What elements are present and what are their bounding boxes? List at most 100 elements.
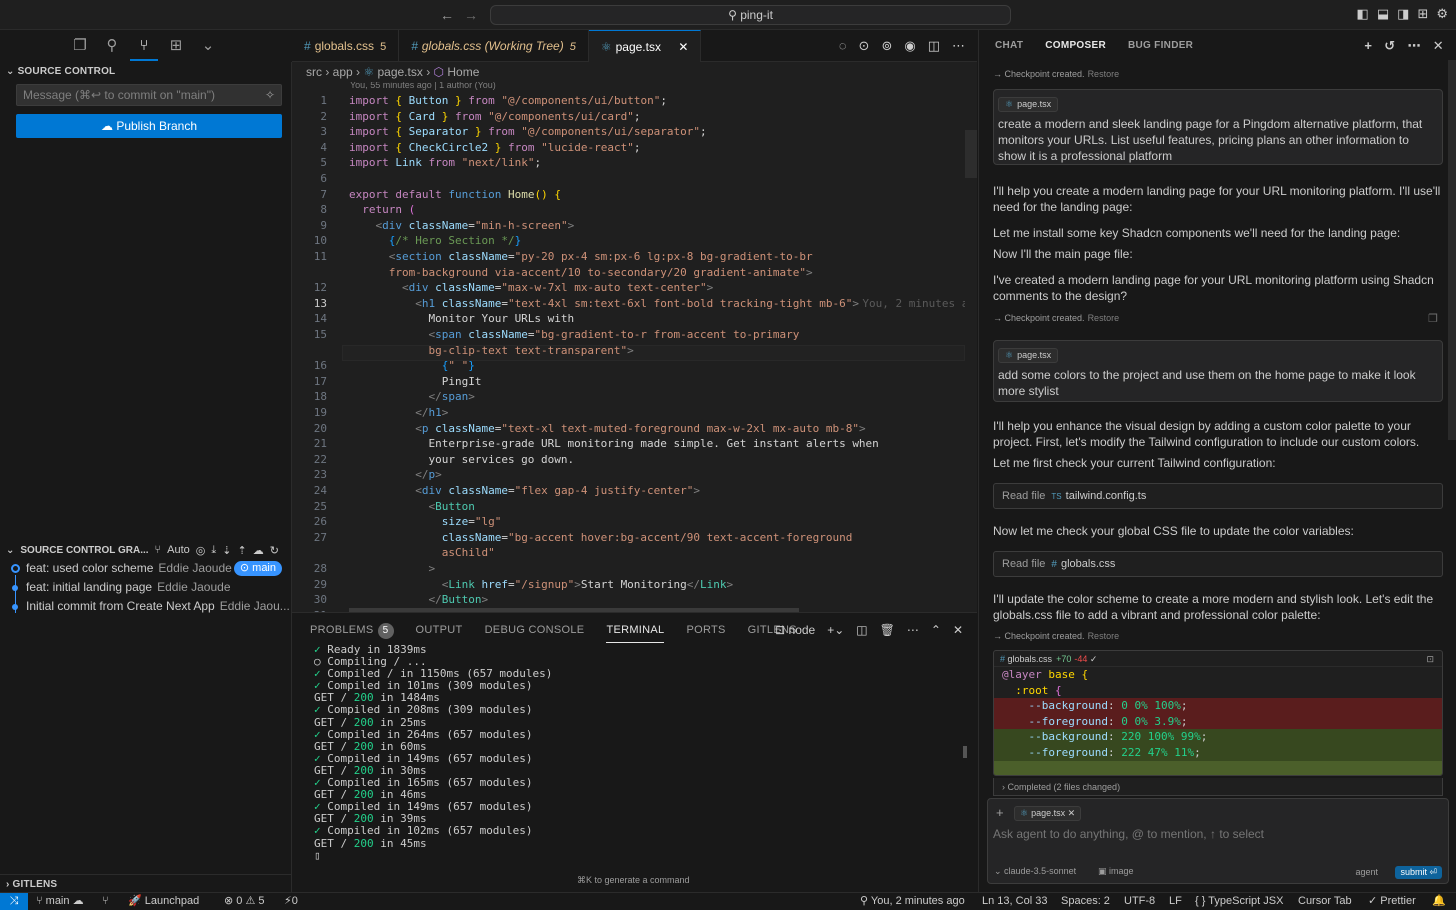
target-icon[interactable]: ◎ — [196, 544, 206, 557]
cloud-icon[interactable]: ☁ — [253, 544, 264, 557]
file-chip[interactable]: ⚛ page.tsx — [998, 348, 1059, 363]
tab-composer[interactable]: COMPOSER — [1045, 40, 1106, 51]
history-icon[interactable]: ↺ — [1384, 38, 1395, 54]
terminal-scrollbar[interactable] — [963, 746, 967, 758]
toggle-panel-icon[interactable]: ⬓ — [1377, 6, 1389, 22]
more-actions-icon[interactable]: ⋯ — [907, 623, 919, 637]
more-actions-icon[interactable]: ⋯ — [952, 38, 965, 54]
launchpad-status[interactable]: 🚀 Launchpad — [128, 893, 199, 910]
graph-commit-row[interactable]: feat: initial landing page Eddie Jaoude — [0, 578, 292, 597]
composer-input[interactable] — [993, 827, 1433, 841]
new-chat-plus-icon[interactable]: + — [1364, 38, 1372, 54]
cursor-position[interactable]: Ln 13, Col 33 — [982, 893, 1047, 910]
command-center-search[interactable]: ⚲ ping-it — [490, 5, 1011, 25]
breadcrumb-item[interactable]: src — [306, 65, 322, 79]
prettier-status[interactable]: ✓ Prettier — [1368, 893, 1416, 910]
user-message[interactable]: ⚛ page.tsx create a modern and sleek land… — [993, 89, 1443, 165]
code-diff-block[interactable]: # globals.css +70 -44 ✓ ⊡ @layer base { :r… — [993, 650, 1443, 776]
graph-commit-row[interactable]: Initial commit from Create Next App Eddie… — [0, 597, 292, 616]
notifications-bell-icon[interactable]: 🔔 — [1432, 893, 1446, 910]
tab-page-tsx[interactable]: ⚛ page.tsx ✕ — [588, 30, 702, 62]
agent-mode-toggle[interactable]: agent — [1355, 867, 1378, 877]
file-chip[interactable]: ⚛ page.tsx ✕ — [1014, 806, 1082, 821]
close-icon[interactable]: ✕ — [1433, 38, 1444, 54]
settings-gear-icon[interactable]: ⚙ — [1436, 6, 1448, 22]
customize-layout-icon[interactable]: ⊞ — [1417, 6, 1428, 22]
tab-bug-finder[interactable]: BUG FINDER — [1128, 40, 1193, 51]
tab-debug-console[interactable]: DEBUG CONSOLE — [485, 613, 585, 647]
scrollbar-thumb[interactable] — [965, 130, 977, 178]
tab-chat[interactable]: CHAT — [995, 40, 1023, 51]
user-message[interactable]: ⚛ page.tsx add some colors to the project… — [993, 340, 1443, 402]
completed-status[interactable]: › Completed (2 files changed) — [993, 778, 1443, 796]
breadcrumb-item[interactable]: Home — [447, 65, 479, 79]
sparkle-icon[interactable]: ✧ — [265, 85, 275, 105]
commit-message-input[interactable]: Message (⌘↩ to commit on "main") ✧ — [16, 84, 282, 106]
graph-auto-label[interactable]: Auto — [167, 544, 190, 556]
tab-globals-css-working-tree[interactable]: # globals.css (Working Tree) 5 — [399, 30, 589, 62]
previous-change-icon[interactable]: ⊙ — [859, 38, 870, 54]
publish-branch-button[interactable]: ☁ Publish Branch — [16, 114, 282, 138]
push-icon[interactable]: ⇡ — [238, 544, 247, 557]
source-control-graph-header[interactable]: ⌄ SOURCE CONTROL GRA... ⑂ Auto ◎ ⤓ ⇣ ⇡ ☁… — [0, 540, 292, 560]
chat-scrollbar[interactable] — [1448, 60, 1456, 440]
maximize-panel-icon[interactable]: ⌃ — [931, 623, 941, 637]
search-view-icon[interactable]: ⚲ — [102, 31, 122, 61]
graph-commit-row[interactable]: feat: used color scheme Eddie Jaoude ⊙ ma… — [0, 559, 292, 578]
ports-status[interactable]: ⚡0 — [284, 893, 298, 910]
encoding[interactable]: UTF-8 — [1124, 893, 1155, 910]
tab-terminal[interactable]: TERMINAL — [606, 613, 665, 647]
expand-icon[interactable]: ⊡ — [1426, 651, 1434, 667]
back-arrow-icon[interactable]: ← — [440, 7, 454, 23]
more-actions-icon[interactable]: ⋯ — [1407, 38, 1420, 54]
next-change-icon[interactable]: ⊚ — [881, 38, 892, 54]
add-image-button[interactable]: ▣ image — [1098, 866, 1134, 877]
indentation[interactable]: Spaces: 2 — [1061, 893, 1110, 910]
add-context-plus-icon[interactable]: + — [996, 805, 1004, 820]
trash-icon[interactable]: 🗑 — [880, 623, 895, 637]
inline-blame[interactable]: You, 2 minutes ag — [862, 297, 975, 310]
remote-icon[interactable]: ⤨ — [0, 893, 28, 910]
git-graph-icon[interactable]: ⑂ — [102, 893, 109, 910]
git-commit-icon[interactable]: ◉ — [904, 38, 915, 54]
restore-link[interactable]: Restore — [1088, 69, 1120, 79]
close-icon[interactable]: ✕ — [678, 40, 688, 54]
language-mode[interactable]: { } TypeScript JSX — [1195, 893, 1283, 910]
model-selector[interactable]: ⌄ claude-3.5-sonnet — [994, 866, 1076, 877]
codelens-blame[interactable]: You, 55 minutes ago | 1 author (You) — [350, 82, 496, 90]
code-editor[interactable]: You, 55 minutes ago | 1 author (You) 123… — [292, 82, 977, 612]
read-file-block[interactable]: Read file # globals.css — [993, 551, 1443, 577]
blame-status[interactable]: ⚲ You, 2 minutes ago — [860, 893, 965, 910]
explorer-icon[interactable]: ❐ — [70, 31, 90, 61]
problems-status[interactable]: ⊗ 0 ⚠ 5 — [224, 893, 265, 910]
terminal-output[interactable]: ✓ Ready in 1839ms ○ Compiling / ... ✓ Comp… — [314, 643, 552, 862]
refresh-icon[interactable]: ↻ — [270, 544, 279, 557]
submit-button[interactable]: submit ⏎ — [1395, 866, 1442, 879]
tab-problems[interactable]: PROBLEMS 5 — [310, 613, 394, 647]
file-chip[interactable]: ⚛ page.tsx — [998, 97, 1059, 112]
toggle-sidebar-icon[interactable]: ◧ — [1357, 6, 1369, 22]
cursor-tab-status[interactable]: Cursor Tab — [1298, 893, 1352, 910]
close-panel-icon[interactable]: ✕ — [953, 623, 963, 637]
pull-icon[interactable]: ⇣ — [222, 544, 231, 557]
compare-icon[interactable]: ◌ — [839, 38, 847, 54]
toggle-secondary-sidebar-icon[interactable]: ◨ — [1397, 6, 1409, 22]
read-file-block[interactable]: Read file TS tailwind.config.ts — [993, 483, 1443, 509]
forward-arrow-icon[interactable]: → — [464, 7, 478, 23]
breadcrumb-item[interactable]: page.tsx — [377, 65, 422, 79]
more-views-chevron-icon[interactable]: ⌄ — [198, 31, 218, 61]
tab-ports[interactable]: PORTS — [686, 613, 725, 647]
fetch-icon[interactable]: ⤓ — [211, 544, 216, 557]
source-control-header[interactable]: ⌄ SOURCE CONTROL — [0, 62, 291, 82]
tab-output[interactable]: OUTPUT — [416, 613, 463, 647]
close-icon[interactable]: ✕ — [1068, 808, 1076, 818]
editor-scrollbar[interactable] — [965, 82, 977, 612]
new-terminal-icon[interactable]: +⌄ — [827, 623, 844, 637]
terminal-shell-selector[interactable]: ⊡ node — [775, 623, 815, 637]
source-control-icon[interactable]: ⑂ — [130, 31, 158, 61]
copy-icon[interactable]: ❐ — [1428, 312, 1438, 325]
restore-link[interactable]: Restore — [1088, 313, 1120, 323]
branch-status[interactable]: ⑂ main ☁ — [36, 893, 84, 910]
extensions-icon[interactable]: ⊞ — [166, 31, 186, 61]
tab-globals-css[interactable]: # globals.css 5 — [292, 30, 400, 62]
